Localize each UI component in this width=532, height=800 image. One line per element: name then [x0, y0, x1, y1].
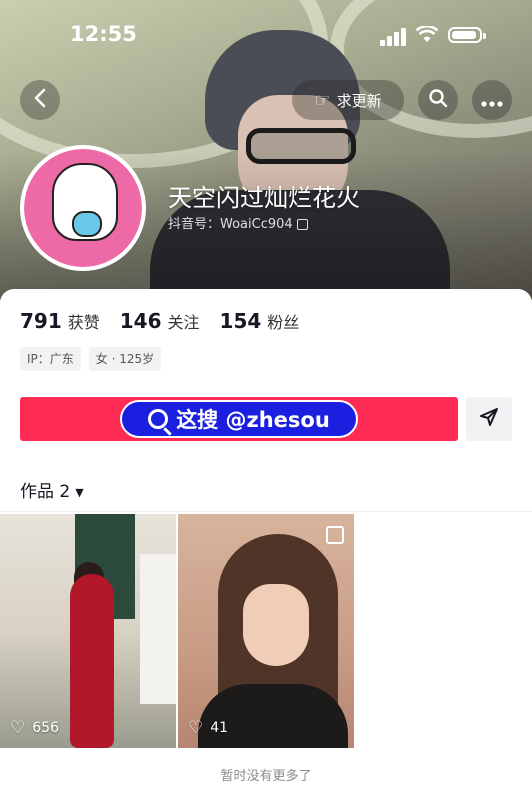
search-button[interactable]	[418, 80, 458, 120]
back-button[interactable]	[20, 80, 60, 120]
promo-banner: 这搜 @zhesou	[120, 400, 358, 438]
request-update-button[interactable]: ☞ 求更新	[292, 80, 404, 120]
tab-works-label: 作品 2	[20, 482, 71, 502]
stat-likes[interactable]: 791 获赞	[20, 309, 100, 333]
follow-button[interactable]: 这搜 @zhesou	[20, 397, 458, 441]
avatar[interactable]	[20, 145, 146, 271]
signal-icon	[380, 28, 410, 46]
message-button[interactable]	[466, 397, 512, 441]
video-thumbnail[interactable]: ♡ 41	[178, 514, 354, 748]
tab-works[interactable]: 作品 2 ▼	[20, 477, 84, 502]
status-time: 12:55	[70, 22, 137, 46]
stat-followers[interactable]: 154 粉丝	[220, 309, 300, 333]
stat-following[interactable]: 146 关注	[120, 309, 200, 333]
heart-icon: ♡	[10, 718, 26, 738]
battery-icon	[448, 27, 486, 43]
more-button[interactable]	[472, 80, 512, 120]
stat-value: 154	[219, 309, 262, 333]
profile-nickname: 天空闪过灿烂花火	[168, 184, 360, 212]
profile-tags: IP：广东 女 · 125岁	[20, 347, 169, 371]
video-like-count: ♡ 41	[188, 718, 228, 738]
magnifier-icon	[148, 409, 169, 429]
like-count-text: 41	[210, 720, 229, 736]
copy-icon[interactable]	[296, 219, 308, 230]
video-like-count: ♡ 656	[10, 718, 59, 738]
end-of-list-text: 暂时没有更多了	[220, 769, 312, 784]
stat-value: 791	[20, 309, 62, 333]
gender-age-tag: 女 · 125岁	[88, 347, 162, 371]
ip-location-tag: IP：广东	[20, 347, 81, 371]
chevron-left-icon	[33, 86, 47, 114]
stat-label: 获赞	[67, 313, 100, 332]
promo-banner-text: 这搜 @zhesou	[176, 408, 330, 432]
stat-label: 粉丝	[267, 313, 300, 332]
profile-sheet: 791 获赞 146 关注 154 粉丝 IP：广东 女 · 125岁 这搜 @…	[0, 289, 532, 800]
like-count-text: 656	[32, 720, 59, 736]
douyin-id-text: 抖音号：WoaiCc904	[168, 217, 293, 232]
send-icon	[479, 407, 499, 431]
stats-row: 791 获赞 146 关注 154 粉丝	[20, 309, 319, 333]
status-bar: 12:55	[0, 0, 532, 70]
caret-down-icon: ▼	[75, 485, 84, 499]
more-dots-icon	[481, 88, 503, 112]
douyin-id[interactable]: 抖音号：WoaiCc904	[168, 213, 308, 232]
stat-label: 关注	[167, 313, 200, 332]
stat-value: 146	[119, 309, 162, 333]
divider	[0, 511, 532, 512]
search-icon	[428, 88, 448, 112]
request-update-label: 求更新	[336, 91, 382, 110]
wifi-icon	[415, 24, 439, 49]
multi-image-icon	[326, 526, 344, 544]
video-thumbnail[interactable]: ♡ 656	[0, 514, 176, 748]
pointing-hand-icon: ☞	[314, 89, 331, 111]
heart-icon: ♡	[188, 718, 204, 738]
